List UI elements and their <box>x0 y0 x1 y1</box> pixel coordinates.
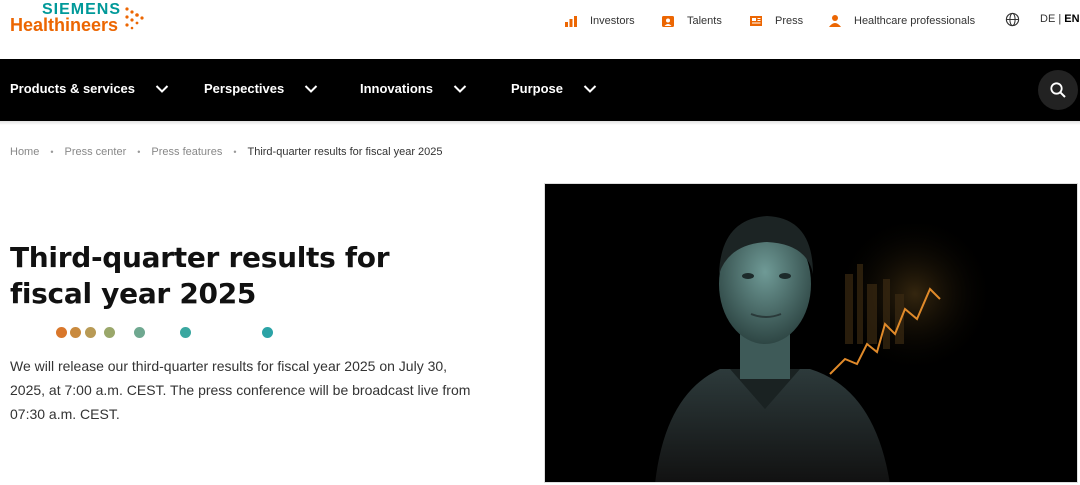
decor-dot <box>70 327 81 338</box>
decor-dot <box>134 327 145 338</box>
article-lead: We will release our third-quarter result… <box>10 358 471 422</box>
nav-shadow <box>0 121 1080 125</box>
investors-link[interactable]: Investors <box>564 13 635 29</box>
hero-portrait-illustration <box>545 184 1077 482</box>
talents-link[interactable]: Talents <box>661 13 722 29</box>
nav-innovations[interactable]: Innovations <box>360 81 467 96</box>
decor-dot <box>56 327 67 338</box>
lang-de[interactable]: DE <box>1040 13 1055 25</box>
chevron-down-icon <box>453 84 467 93</box>
talents-label: Talents <box>687 15 722 27</box>
newspaper-icon <box>750 16 762 26</box>
decor-dot <box>85 327 96 338</box>
globe-icon[interactable] <box>1005 12 1020 27</box>
main-nav: Products & services Perspectives Innovat… <box>0 59 1080 121</box>
press-label: Press <box>775 15 804 27</box>
breadcrumb-press-center[interactable]: Press center <box>65 146 127 158</box>
search-button[interactable] <box>1038 70 1078 110</box>
breadcrumb-current: Third-quarter results for fiscal year 20… <box>247 146 443 158</box>
press-link[interactable]: Press <box>749 13 803 29</box>
lang-en[interactable]: EN <box>1064 13 1079 25</box>
nav-perspectives[interactable]: Perspectives <box>204 81 318 96</box>
decor-dot <box>104 327 115 338</box>
nav-perspectives-label: Perspectives <box>204 81 285 96</box>
investors-label: Investors <box>590 15 635 27</box>
page-title: Third-quarter results for fiscal year 20… <box>10 241 390 310</box>
nav-products-services-label: Products & services <box>10 81 136 96</box>
search-icon <box>1050 82 1066 98</box>
nav-purpose-label: Purpose <box>511 81 564 96</box>
breadcrumb: Home • Press center • Press features • T… <box>10 146 443 158</box>
decor-dot <box>180 327 191 338</box>
decor-dot <box>262 327 273 338</box>
breadcrumb-separator: • <box>137 147 141 157</box>
chevron-down-icon <box>155 84 169 93</box>
chart-icon <box>565 16 577 27</box>
utility-bar: SIEMENS Healthineers Investors Talents P… <box>0 0 1080 60</box>
language-switcher[interactable]: DE | EN <box>1040 13 1080 25</box>
chevron-down-icon <box>305 84 318 93</box>
healthcare-professionals-link[interactable]: Healthcare professionals <box>828 13 975 29</box>
badge-icon <box>662 16 674 27</box>
chevron-down-icon <box>583 84 597 93</box>
lang-separator: | <box>1055 13 1065 25</box>
logo-healthineers-text: Healthineers <box>10 15 119 35</box>
siemens-healthineers-logo[interactable]: SIEMENS Healthineers <box>10 1 150 41</box>
breadcrumb-home[interactable]: Home <box>10 146 39 158</box>
healthcare-professionals-label: Healthcare professionals <box>854 15 976 27</box>
breadcrumb-press-features[interactable]: Press features <box>151 146 222 158</box>
nav-innovations-label: Innovations <box>360 81 433 96</box>
nav-purpose[interactable]: Purpose <box>511 81 597 96</box>
logo-dots-icon <box>125 7 144 30</box>
hero-image <box>544 183 1078 483</box>
breadcrumb-separator: • <box>233 147 237 157</box>
breadcrumb-separator: • <box>50 147 54 157</box>
person-icon <box>829 15 841 27</box>
nav-products-services[interactable]: Products & services <box>10 81 169 96</box>
